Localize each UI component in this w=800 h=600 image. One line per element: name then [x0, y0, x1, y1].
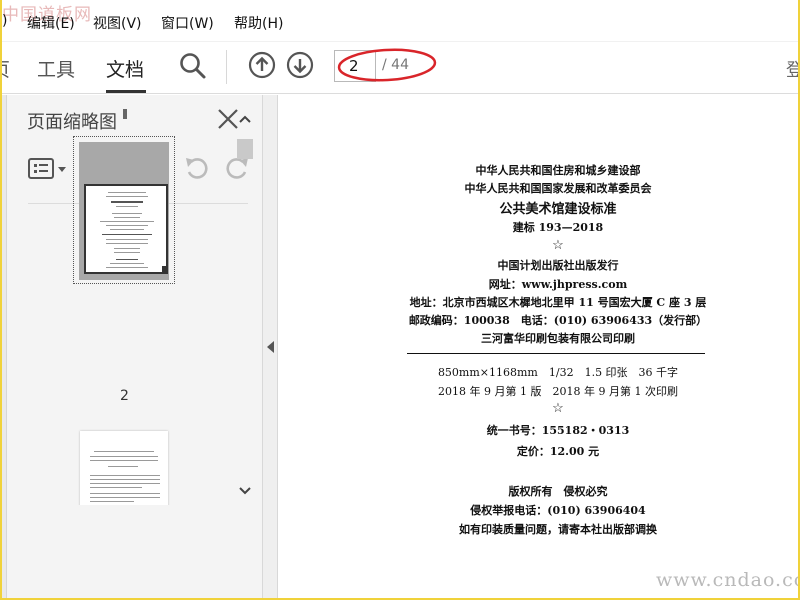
doc-line: 地址：北京市西城区木樨地北里甲 11 号国宏大厦 C 座 3 层 — [409, 296, 707, 309]
tab-document[interactable]: 文档 — [106, 55, 144, 82]
doc-line: 建标 193—2018 — [512, 221, 604, 234]
doc-line: 如有印装质量问题，请寄本社出版部调换 — [459, 523, 657, 536]
menu-bar: 中国道板网 ) 编辑(E) 视图(V) 窗口(W) 帮助(H) — [0, 0, 800, 42]
thumbnail-label: 2 — [120, 388, 129, 404]
arrow-up-circle-icon[interactable] — [248, 51, 276, 83]
doc-line: 邮政编码：100038 电话：(010) 63906433（发行部） — [408, 314, 708, 327]
menu-item-window[interactable]: 窗口(W) — [161, 13, 214, 33]
search-icon[interactable] — [178, 51, 208, 85]
active-tab-indicator — [106, 90, 146, 93]
scroll-down-icon[interactable] — [239, 487, 251, 495]
doc-line: 中华人民共和国国家发展和改革委员会 — [464, 182, 652, 195]
doc-line: 侵权举报电话：(010) 63906404 — [470, 504, 646, 517]
panel-collapse-bar[interactable] — [262, 95, 278, 600]
star-icon: ☆ — [552, 238, 564, 253]
star-icon: ☆ — [552, 401, 564, 416]
menu-item-edit[interactable]: 编辑(E) — [27, 13, 75, 33]
doc-line: 定价：12.00 元 — [516, 445, 600, 458]
doc-line: 850mm×1168mm 1/32 1.5 印张 36 千字 — [437, 366, 679, 379]
menu-item-help[interactable]: 帮助(H) — [234, 13, 283, 33]
thumbnail-list: 2 3 — [7, 109, 235, 505]
doc-line: 统一书号：155182・0313 — [486, 424, 630, 437]
thumbnail-scrollbar[interactable] — [235, 109, 255, 505]
thumbnail-page-3[interactable] — [80, 431, 168, 505]
doc-line: 网址：www.jhpress.com — [488, 278, 628, 291]
arrow-down-circle-icon[interactable] — [286, 51, 314, 83]
sign-in-link[interactable]: 登 — [786, 56, 800, 82]
thumbnail-page-1-edge[interactable] — [123, 109, 127, 119]
watermark-bottom: www.cndao.com — [656, 569, 800, 591]
collapse-left-icon[interactable] — [267, 341, 274, 353]
menu-item-file[interactable]: ) — [2, 13, 7, 29]
document-page: 中华人民共和国住房和城乡建设部 中华人民共和国国家发展和改革委员会 公共美术馆建… — [278, 95, 800, 600]
toolbar: 页 工具 文档 2 / 44 登 — [0, 42, 800, 94]
doc-line: 2018 年 9 月第 1 版 2018 年 9 月第 1 次印刷 — [438, 385, 678, 398]
doc-divider — [407, 353, 705, 354]
menu-item-view[interactable]: 视图(V) — [93, 13, 142, 33]
annotation-ellipse — [337, 48, 437, 82]
left-nav-strip — [0, 95, 7, 600]
tab-tools[interactable]: 工具 — [37, 55, 75, 82]
doc-line: 中华人民共和国住房和城乡建设部 — [475, 164, 641, 177]
resize-handle[interactable] — [162, 266, 168, 272]
tab-home[interactable]: 页 — [0, 55, 10, 82]
doc-line: 中国计划出版社出版发行 — [497, 259, 619, 272]
doc-title: 公共美术馆建设标准 — [499, 202, 617, 217]
thumbnail-page-2[interactable] — [79, 142, 169, 280]
scroll-thumb[interactable] — [237, 139, 253, 159]
scroll-up-icon[interactable] — [239, 115, 251, 123]
thumbnail-viewport-box[interactable] — [84, 184, 168, 274]
toolbar-separator — [226, 50, 227, 84]
doc-line: 三河富华印刷包装有限公司印刷 — [481, 332, 635, 345]
doc-line: 版权所有 侵权必究 — [508, 485, 608, 498]
